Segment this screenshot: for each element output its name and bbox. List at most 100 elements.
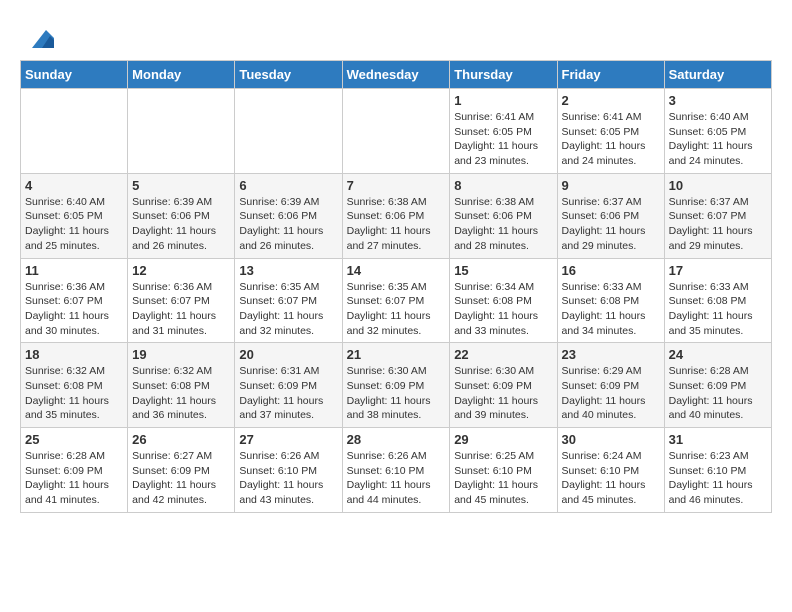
- calendar-cell: 14Sunrise: 6:35 AMSunset: 6:07 PMDayligh…: [342, 258, 450, 343]
- day-info: Sunrise: 6:28 AMSunset: 6:09 PMDaylight:…: [669, 364, 767, 423]
- day-number: 4: [25, 178, 123, 193]
- day-number: 27: [239, 432, 337, 447]
- calendar-cell: 5 Sunrise: 6:39 AMSunset: 6:06 PMDaylight…: [128, 173, 235, 258]
- day-number: 31: [669, 432, 767, 447]
- day-info: Sunrise: 6:26 AMSunset: 6:10 PMDaylight:…: [347, 449, 446, 508]
- day-info: Sunrise: 6:41 AMSunset: 6:05 PMDaylight:…: [454, 110, 552, 169]
- calendar-cell: 31 Sunrise: 6:23 AMSunset: 6:10 PMDayligh…: [664, 428, 771, 513]
- day-number: 2: [562, 93, 660, 108]
- day-info: Sunrise: 6:32 AMSunset: 6:08 PMDaylight:…: [25, 364, 123, 423]
- day-info: Sunrise: 6:37 AMSunset: 6:07 PMDaylight:…: [669, 195, 767, 254]
- calendar-cell: 16 Sunrise: 6:33 AMSunset: 6:08 PMDayligh…: [557, 258, 664, 343]
- weekday-header-friday: Friday: [557, 61, 664, 89]
- calendar-cell: 25 Sunrise: 6:28 AMSunset: 6:09 PMDayligh…: [21, 428, 128, 513]
- day-info: Sunrise: 6:31 AMSunset: 6:09 PMDaylight:…: [239, 364, 337, 423]
- day-number: 13: [239, 263, 337, 278]
- day-info: Sunrise: 6:36 AMSunset: 6:07 PMDaylight:…: [25, 280, 123, 339]
- calendar-cell: 1 Sunrise: 6:41 AMSunset: 6:05 PMDaylight…: [450, 89, 557, 174]
- day-info: Sunrise: 6:36 AMSunset: 6:07 PMDaylight:…: [132, 280, 230, 339]
- day-info: Sunrise: 6:37 AMSunset: 6:06 PMDaylight:…: [562, 195, 660, 254]
- day-info: Sunrise: 6:40 AMSunset: 6:05 PMDaylight:…: [669, 110, 767, 169]
- calendar-cell: 2 Sunrise: 6:41 AMSunset: 6:05 PMDaylight…: [557, 89, 664, 174]
- calendar-cell: 30 Sunrise: 6:24 AMSunset: 6:10 PMDayligh…: [557, 428, 664, 513]
- weekday-header-thursday: Thursday: [450, 61, 557, 89]
- weekday-header-tuesday: Tuesday: [235, 61, 342, 89]
- day-info: Sunrise: 6:32 AMSunset: 6:08 PMDaylight:…: [132, 364, 230, 423]
- weekday-header-saturday: Saturday: [664, 61, 771, 89]
- calendar-cell: 26Sunrise: 6:27 AMSunset: 6:09 PMDayligh…: [128, 428, 235, 513]
- day-number: 9: [562, 178, 660, 193]
- calendar-cell: 6 Sunrise: 6:39 AMSunset: 6:06 PMDaylight…: [235, 173, 342, 258]
- calendar-cell: 19 Sunrise: 6:32 AMSunset: 6:08 PMDayligh…: [128, 343, 235, 428]
- day-info: Sunrise: 6:30 AMSunset: 6:09 PMDaylight:…: [347, 364, 446, 423]
- calendar-table: SundayMondayTuesdayWednesdayThursdayFrid…: [20, 60, 772, 513]
- day-info: Sunrise: 6:35 AMSunset: 6:07 PMDaylight:…: [239, 280, 337, 339]
- calendar-cell: 10 Sunrise: 6:37 AMSunset: 6:07 PMDayligh…: [664, 173, 771, 258]
- calendar-cell: 29 Sunrise: 6:25 AMSunset: 6:10 PMDayligh…: [450, 428, 557, 513]
- day-info: Sunrise: 6:34 AMSunset: 6:08 PMDaylight:…: [454, 280, 552, 339]
- calendar-cell: 13 Sunrise: 6:35 AMSunset: 6:07 PMDayligh…: [235, 258, 342, 343]
- logo: [20, 20, 54, 50]
- calendar-cell: 12 Sunrise: 6:36 AMSunset: 6:07 PMDayligh…: [128, 258, 235, 343]
- calendar-cell: 9 Sunrise: 6:37 AMSunset: 6:06 PMDaylight…: [557, 173, 664, 258]
- calendar-cell: 28Sunrise: 6:26 AMSunset: 6:10 PMDayligh…: [342, 428, 450, 513]
- day-info: Sunrise: 6:25 AMSunset: 6:10 PMDaylight:…: [454, 449, 552, 508]
- day-number: 20: [239, 347, 337, 362]
- day-number: 14: [347, 263, 446, 278]
- calendar-cell: 7Sunrise: 6:38 AMSunset: 6:06 PMDaylight…: [342, 173, 450, 258]
- calendar-cell: 3 Sunrise: 6:40 AMSunset: 6:05 PMDaylight…: [664, 89, 771, 174]
- day-number: 11: [25, 263, 123, 278]
- day-number: 23: [562, 347, 660, 362]
- calendar-cell: 17Sunrise: 6:33 AMSunset: 6:08 PMDayligh…: [664, 258, 771, 343]
- day-info: Sunrise: 6:28 AMSunset: 6:09 PMDaylight:…: [25, 449, 123, 508]
- day-number: 10: [669, 178, 767, 193]
- day-info: Sunrise: 6:29 AMSunset: 6:09 PMDaylight:…: [562, 364, 660, 423]
- calendar-cell: 8Sunrise: 6:38 AMSunset: 6:06 PMDaylight…: [450, 173, 557, 258]
- day-number: 17: [669, 263, 767, 278]
- day-info: Sunrise: 6:39 AMSunset: 6:06 PMDaylight:…: [239, 195, 337, 254]
- calendar-cell: 20 Sunrise: 6:31 AMSunset: 6:09 PMDayligh…: [235, 343, 342, 428]
- day-info: Sunrise: 6:40 AMSunset: 6:05 PMDaylight:…: [25, 195, 123, 254]
- logo-icon: [24, 20, 54, 50]
- weekday-header-monday: Monday: [128, 61, 235, 89]
- calendar-cell: 11 Sunrise: 6:36 AMSunset: 6:07 PMDayligh…: [21, 258, 128, 343]
- day-number: 19: [132, 347, 230, 362]
- page-header: [20, 20, 772, 50]
- calendar-cell: 24 Sunrise: 6:28 AMSunset: 6:09 PMDayligh…: [664, 343, 771, 428]
- calendar-cell: 27 Sunrise: 6:26 AMSunset: 6:10 PMDayligh…: [235, 428, 342, 513]
- calendar-cell: 18 Sunrise: 6:32 AMSunset: 6:08 PMDayligh…: [21, 343, 128, 428]
- day-number: 12: [132, 263, 230, 278]
- day-info: Sunrise: 6:23 AMSunset: 6:10 PMDaylight:…: [669, 449, 767, 508]
- calendar-cell: 15 Sunrise: 6:34 AMSunset: 6:08 PMDayligh…: [450, 258, 557, 343]
- day-info: Sunrise: 6:33 AMSunset: 6:08 PMDaylight:…: [562, 280, 660, 339]
- day-number: 16: [562, 263, 660, 278]
- day-info: Sunrise: 6:26 AMSunset: 6:10 PMDaylight:…: [239, 449, 337, 508]
- day-number: 26: [132, 432, 230, 447]
- day-info: Sunrise: 6:39 AMSunset: 6:06 PMDaylight:…: [132, 195, 230, 254]
- weekday-header-sunday: Sunday: [21, 61, 128, 89]
- day-number: 29: [454, 432, 552, 447]
- day-number: 6: [239, 178, 337, 193]
- calendar-cell: [235, 89, 342, 174]
- day-number: 1: [454, 93, 552, 108]
- calendar-cell: 22 Sunrise: 6:30 AMSunset: 6:09 PMDayligh…: [450, 343, 557, 428]
- calendar-cell: 23 Sunrise: 6:29 AMSunset: 6:09 PMDayligh…: [557, 343, 664, 428]
- calendar-cell: 4 Sunrise: 6:40 AMSunset: 6:05 PMDaylight…: [21, 173, 128, 258]
- day-number: 15: [454, 263, 552, 278]
- day-number: 25: [25, 432, 123, 447]
- day-number: 3: [669, 93, 767, 108]
- day-number: 18: [25, 347, 123, 362]
- calendar-cell: [342, 89, 450, 174]
- calendar-cell: [128, 89, 235, 174]
- day-number: 24: [669, 347, 767, 362]
- day-number: 22: [454, 347, 552, 362]
- day-number: 7: [347, 178, 446, 193]
- day-info: Sunrise: 6:38 AMSunset: 6:06 PMDaylight:…: [454, 195, 552, 254]
- day-number: 30: [562, 432, 660, 447]
- day-number: 21: [347, 347, 446, 362]
- day-number: 5: [132, 178, 230, 193]
- day-info: Sunrise: 6:30 AMSunset: 6:09 PMDaylight:…: [454, 364, 552, 423]
- calendar-cell: 21 Sunrise: 6:30 AMSunset: 6:09 PMDayligh…: [342, 343, 450, 428]
- day-info: Sunrise: 6:41 AMSunset: 6:05 PMDaylight:…: [562, 110, 660, 169]
- day-info: Sunrise: 6:24 AMSunset: 6:10 PMDaylight:…: [562, 449, 660, 508]
